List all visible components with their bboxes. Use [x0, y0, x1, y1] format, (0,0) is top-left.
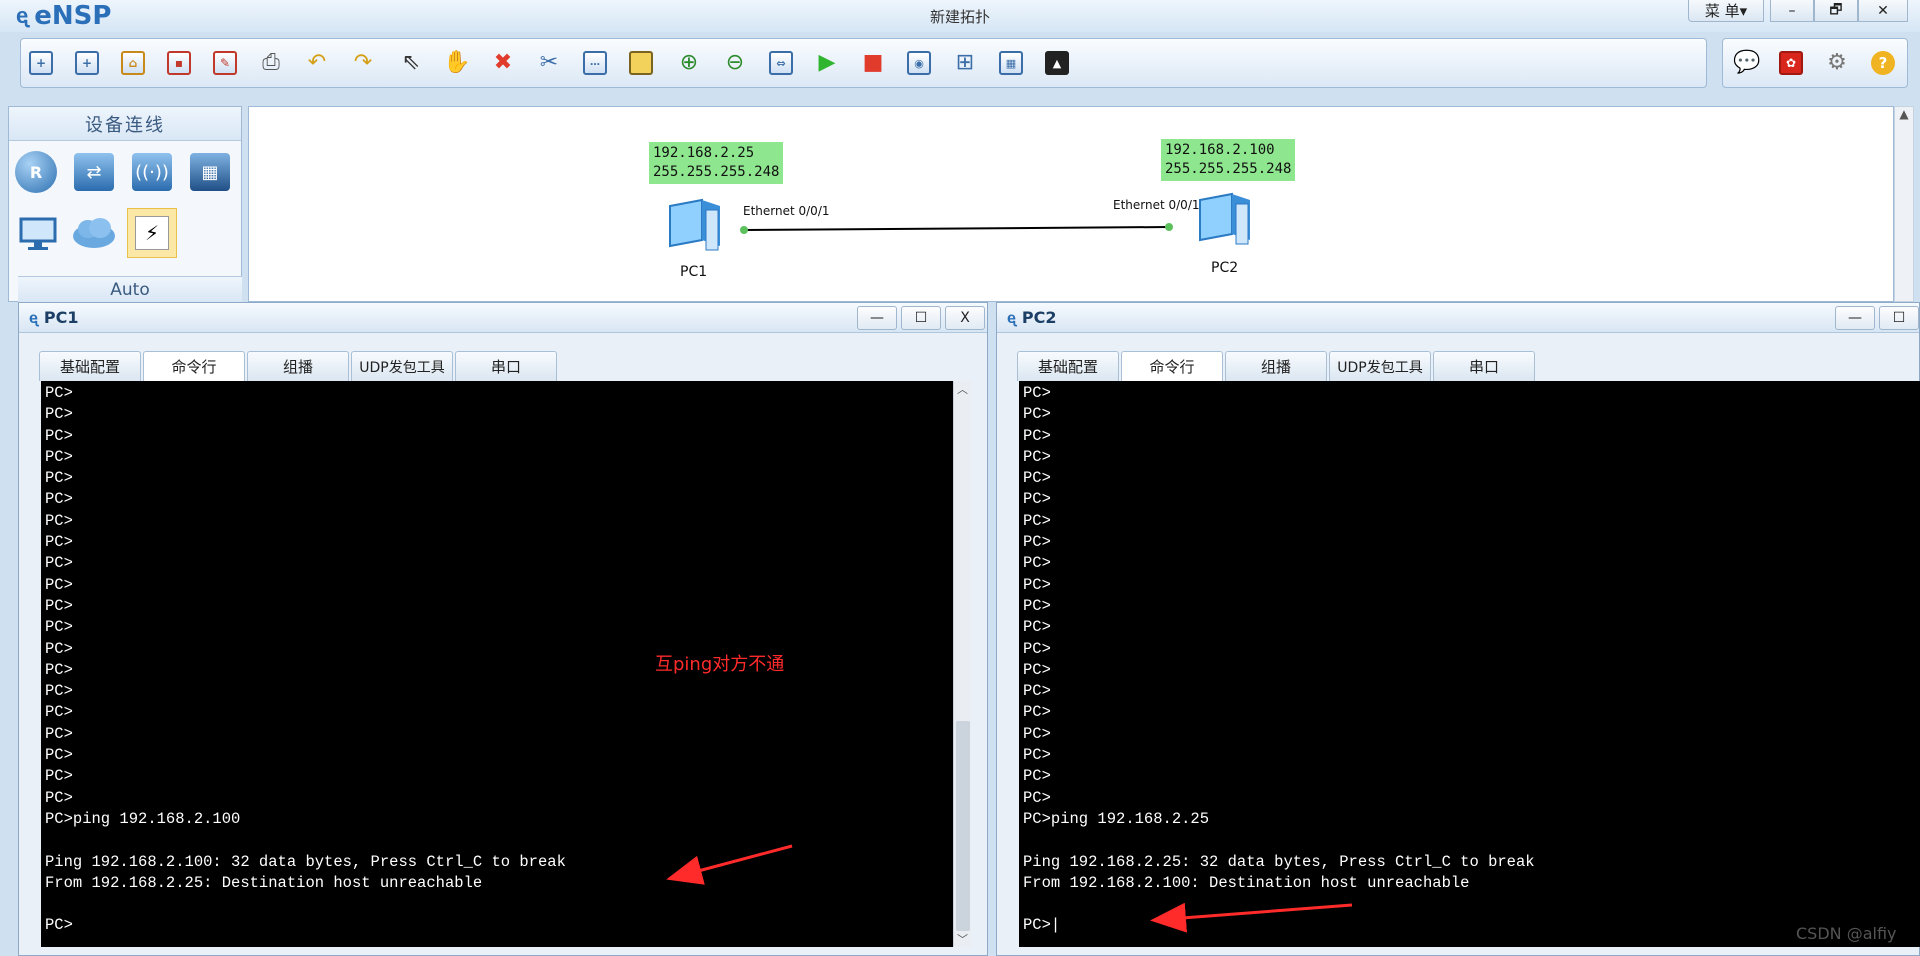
annotation-arrow-pc1 — [666, 844, 793, 885]
watermark: CSDN @alfiy — [1796, 924, 1897, 943]
annotation-arrow-pc2 — [1150, 902, 1353, 933]
annotation-arrows — [666, 844, 1353, 933]
